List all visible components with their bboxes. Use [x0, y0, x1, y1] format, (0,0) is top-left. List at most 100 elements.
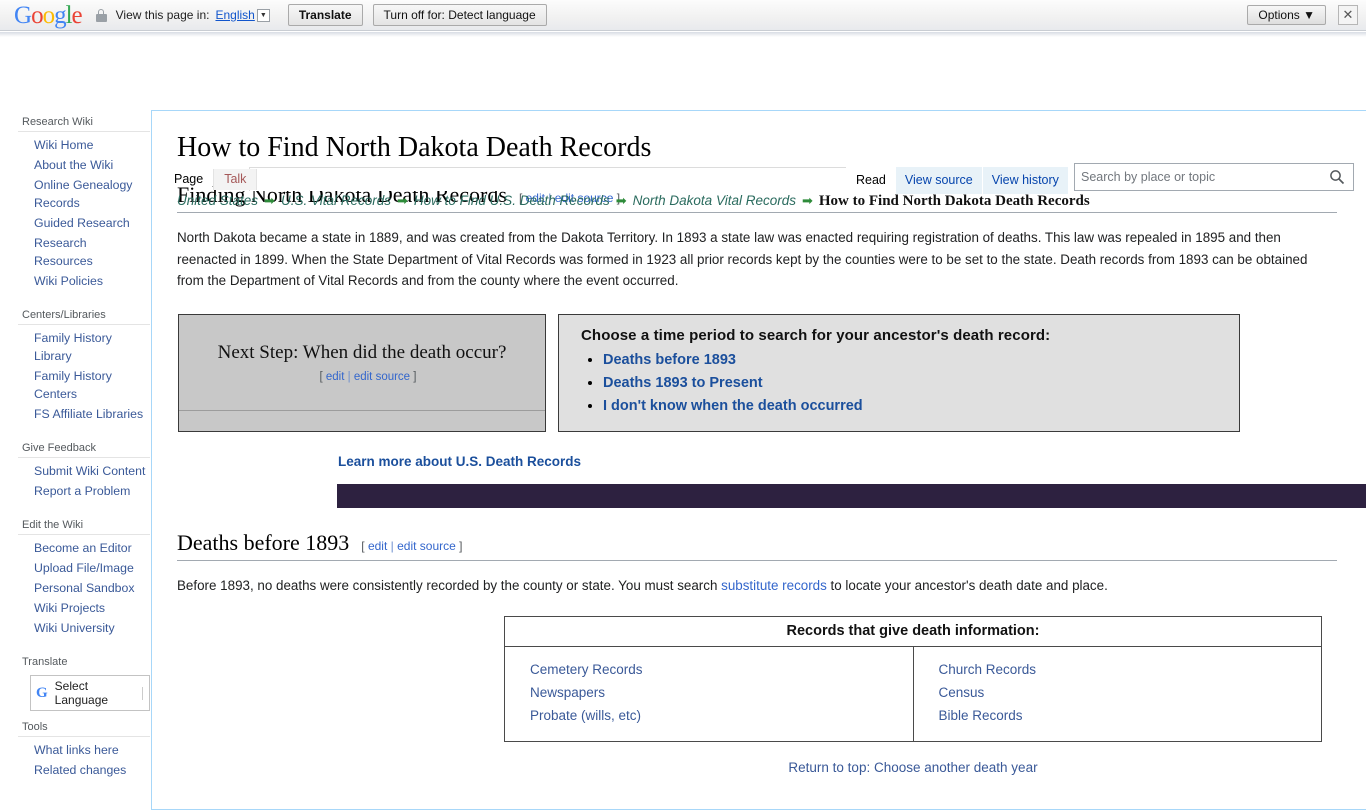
sidebar-item-about-the-wiki[interactable]: About the Wiki: [18, 155, 150, 175]
sidebar-item-family-history-centers[interactable]: Family History Centers: [18, 366, 150, 404]
search-box[interactable]: [1074, 163, 1354, 191]
edit-source-link[interactable]: edit source: [397, 539, 456, 553]
turn-off-translate-button[interactable]: Turn off for: Detect language: [372, 4, 547, 26]
sidebar-item-online-genealogy-records[interactable]: Online Genealogy Records: [18, 175, 150, 213]
sidebar-list: Become an Editor Upload File/Image Perso…: [18, 534, 150, 646]
edit-link[interactable]: edit: [326, 371, 345, 383]
choose-time-period-title: Choose a time period to search for your …: [581, 326, 1051, 344]
sidebar-heading: Research Wiki: [22, 116, 93, 128]
select-language-label: Select Language: [54, 679, 109, 707]
link-census[interactable]: Census: [939, 681, 1322, 704]
link-deaths-1893-to-present[interactable]: Deaths 1893 to Present: [603, 375, 763, 391]
link-deaths-before-1893[interactable]: Deaths before 1893: [603, 352, 736, 368]
chevron-down-icon[interactable]: ▼: [256, 8, 270, 22]
list-item: Personal Sandbox: [18, 578, 150, 598]
sidebar-group-translate: Translate G Select Language: [0, 650, 150, 711]
list-item: Upload File/Image: [18, 558, 150, 578]
section-title: Deaths before 1893: [177, 529, 350, 555]
list-item: Family History Library: [18, 328, 150, 366]
sidebar-item-related-changes[interactable]: Related changes: [18, 760, 150, 780]
breadcrumb-item-how-to-find-us-death-records[interactable]: How to Find U.S. Death Records: [414, 193, 610, 208]
sidebar-list: Family History Library Family History Ce…: [18, 324, 150, 432]
sidebar-item-wiki-projects[interactable]: Wiki Projects: [18, 598, 150, 618]
view-page-in-label: View this page in:: [115, 8, 210, 22]
link-substitute-records[interactable]: substitute records: [721, 578, 827, 593]
next-step-footer: [179, 410, 545, 431]
language-link[interactable]: English: [215, 8, 254, 22]
table-row: Cemetery Records Newspapers Probate (wil…: [505, 647, 1321, 741]
select-language-dropdown[interactable]: G Select Language: [30, 675, 150, 711]
tab-talk[interactable]: Talk: [213, 169, 258, 190]
search-input[interactable]: [1075, 169, 1315, 185]
translate-button[interactable]: Translate: [287, 4, 363, 26]
sidebar-item-submit-wiki-content[interactable]: Submit Wiki Content: [18, 461, 150, 481]
tab-view-history[interactable]: View history: [981, 167, 1068, 194]
sidebar-group-tools: Tools What links here Related changes: [0, 715, 150, 788]
logo-letter: G: [14, 1, 32, 29]
list-item: Family History Centers: [18, 366, 150, 404]
sidebar-item-fs-affiliate-libraries[interactable]: FS Affiliate Libraries: [18, 404, 150, 424]
sidebar-heading: Translate: [22, 656, 68, 668]
sidebar-item-guided-research[interactable]: Guided Research: [18, 213, 150, 233]
sidebar-item-research-resources[interactable]: Research Resources: [18, 233, 150, 271]
link-newspapers[interactable]: Newspapers: [530, 681, 913, 704]
close-icon[interactable]: ✕: [1338, 5, 1358, 25]
list-item: Research Resources: [18, 233, 150, 271]
link-probate[interactable]: Probate (wills, etc): [530, 704, 913, 727]
sidebar-item-report-a-problem[interactable]: Report a Problem: [18, 481, 150, 501]
link-cemetery-records[interactable]: Cemetery Records: [530, 658, 913, 681]
choose-time-period-box: Choose a time period to search for your …: [558, 313, 1240, 432]
link-bible-records[interactable]: Bible Records: [939, 704, 1322, 727]
logo-letter: o: [42, 1, 55, 29]
sidebar-item-upload-file-image[interactable]: Upload File/Image: [18, 558, 150, 578]
sidebar-item-wiki-university[interactable]: Wiki University: [18, 618, 150, 638]
sidebar-item-what-links-here[interactable]: What links here: [18, 740, 150, 760]
breadcrumb: United States ➡ U.S. Vital Records ➡ How to …: [177, 191, 1357, 211]
edit-link[interactable]: edit: [368, 539, 387, 553]
arrow-right-icon: ➡: [264, 193, 275, 208]
arrow-right-icon: ➡: [615, 193, 627, 208]
list-item: Wiki Projects: [18, 598, 150, 618]
sidebar-item-personal-sandbox[interactable]: Personal Sandbox: [18, 578, 150, 598]
tab-strip-background: [249, 167, 939, 191]
breadcrumb-item-united-states[interactable]: United States: [177, 193, 258, 208]
sidebar-group-edit-the-wiki: Edit the Wiki Become an Editor Upload Fi…: [0, 513, 150, 646]
search-icon[interactable]: [1329, 169, 1345, 185]
sidebar-item-wiki-policies[interactable]: Wiki Policies: [18, 271, 150, 291]
breadcrumb-item-us-vital-records[interactable]: U.S. Vital Records: [281, 193, 391, 208]
list-item: Deaths 1893 to Present: [603, 374, 1239, 392]
sidebar-item-family-history-library[interactable]: Family History Library: [18, 328, 150, 366]
deaths-before-paragraph: Before 1893, no deaths were consistently…: [177, 575, 1337, 597]
list-item: FS Affiliate Libraries: [18, 404, 150, 424]
sidebar-group-research-wiki: Research Wiki Wiki Home About the Wiki O…: [0, 110, 150, 299]
list-item: Submit Wiki Content: [18, 461, 150, 481]
sidebar-heading: Edit the Wiki: [22, 519, 84, 531]
main-content: How to Find North Dakota Death Records P…: [151, 110, 1366, 810]
list-item: Deaths before 1893: [603, 351, 1239, 369]
options-button[interactable]: Options ▼: [1247, 5, 1326, 25]
logo-letter: e: [71, 1, 83, 29]
learn-more-link[interactable]: Learn more about U.S. Death Records: [338, 454, 581, 469]
sidebar-group-centers-libraries: Centers/Libraries Family History Library…: [0, 303, 150, 432]
decorative-dark-bar: [337, 483, 1366, 508]
edit-links: [ edit | edit source ]: [319, 371, 417, 383]
section-header-deaths-before-1893: Deaths before 1893 [ edit | edit source …: [177, 530, 1337, 561]
choose-time-period-list: Deaths before 1893 Deaths 1893 to Presen…: [581, 351, 1239, 415]
tab-read[interactable]: Read: [846, 167, 895, 194]
arrow-right-icon: ➡: [397, 193, 408, 208]
next-step-box: Next Step: When did the death occur? [ e…: [178, 313, 546, 432]
paragraph-text-after: to locate your ancestor's death date and…: [826, 577, 1108, 593]
tab-view-source[interactable]: View source: [894, 167, 982, 194]
page-tabs: Page Talk: [164, 169, 258, 190]
action-tabs: Read View source View history: [846, 167, 1068, 194]
google-logo: Google: [14, 1, 83, 29]
records-table: Records that give death information: Cem…: [504, 616, 1322, 742]
breadcrumb-item-north-dakota-vital-records[interactable]: North Dakota Vital Records: [633, 193, 796, 208]
edit-source-link[interactable]: edit source: [354, 371, 410, 383]
sidebar-item-wiki-home[interactable]: Wiki Home: [18, 135, 150, 155]
sidebar: Research Wiki Wiki Home About the Wiki O…: [0, 110, 150, 792]
tab-page[interactable]: Page: [164, 169, 213, 190]
link-church-records[interactable]: Church Records: [939, 658, 1322, 681]
sidebar-item-become-an-editor[interactable]: Become an Editor: [18, 538, 150, 558]
link-dont-know-when-death-occurred[interactable]: I don't know when the death occurred: [603, 398, 863, 414]
